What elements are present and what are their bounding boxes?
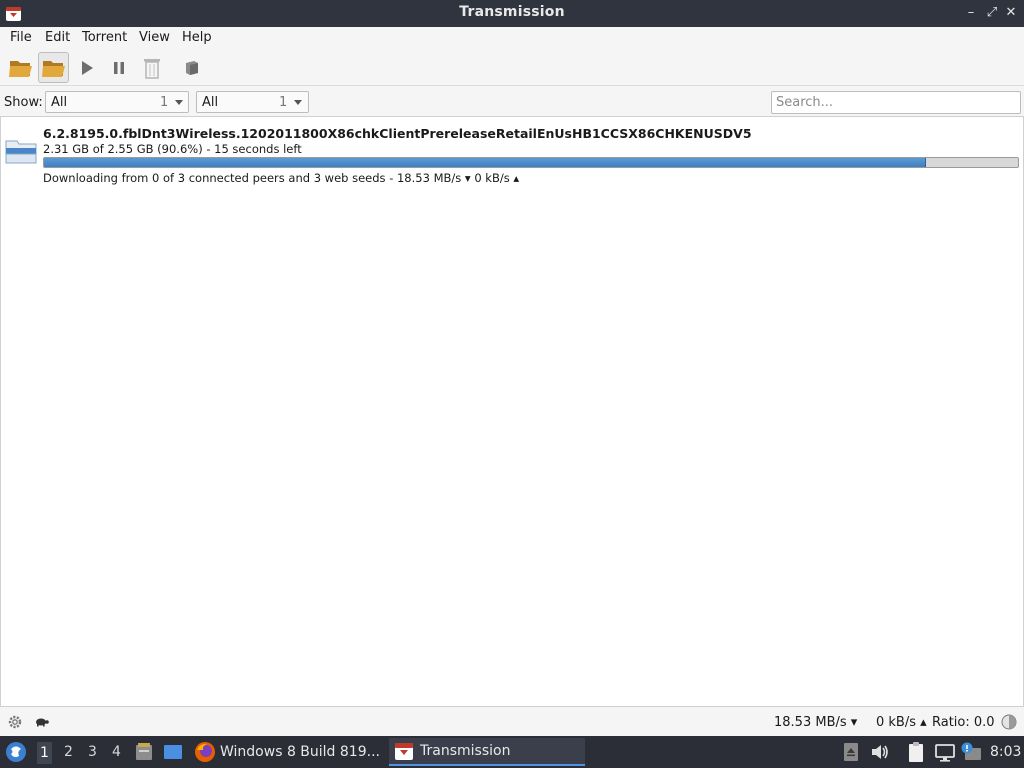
pause-button[interactable]: [103, 52, 134, 83]
menu-file[interactable]: File: [10, 30, 32, 45]
maximize-button[interactable]: ⤢: [983, 4, 1001, 22]
tracker-filter-select[interactable]: All 1: [196, 91, 309, 113]
volume-icon[interactable]: [870, 743, 890, 761]
torrent-name: 6.2.8195.0.fblDnt3Wireless.1202011800X86…: [43, 126, 752, 141]
trash-icon: [143, 58, 160, 79]
title-bar: Transmission – ⤢ ✕: [0, 0, 1024, 27]
ratio-mode-icon[interactable]: [1001, 714, 1017, 730]
taskbar: 1 2 3 4 Windows 8 Build 819... Transmiss…: [0, 736, 1024, 768]
show-label: Show:: [4, 95, 43, 110]
show-desktop-icon[interactable]: [163, 743, 183, 761]
tracker-filter-value: All: [202, 95, 219, 110]
clipboard-icon[interactable]: [906, 741, 926, 763]
file-manager-icon[interactable]: [134, 742, 154, 762]
filter-bar: Show: All 1 All 1: [0, 86, 1024, 117]
chevron-down-icon: [294, 100, 302, 105]
start-button[interactable]: [71, 52, 102, 83]
menu-view[interactable]: View: [139, 30, 170, 45]
transmission-icon: [395, 743, 413, 760]
tracker-filter-count: 1: [279, 95, 288, 110]
clock[interactable]: 8:03: [990, 744, 1021, 760]
download-speed: 18.53 MB/s ▾: [774, 715, 858, 730]
workspace-2[interactable]: 2: [64, 744, 73, 760]
status-bar: 18.53 MB/s ▾ 0 kB/s ▴ Ratio: 0.0: [0, 706, 1024, 736]
torrent-progress-fill: [44, 158, 927, 167]
torrent-status-text: Downloading from 0 of 3 connected peers …: [43, 171, 520, 185]
chevron-down-icon: [175, 100, 183, 105]
pause-icon: [113, 61, 124, 74]
firefox-icon: [195, 742, 215, 762]
start-menu-icon[interactable]: [5, 741, 27, 763]
menu-bar: File Edit Torrent View Help: [0, 27, 1024, 49]
eject-icon[interactable]: [843, 742, 859, 762]
properties-icon: [185, 60, 198, 75]
upload-speed: 0 kB/s ▴: [876, 715, 927, 730]
taskbar-task-label: Transmission: [420, 743, 511, 759]
gear-icon[interactable]: [7, 714, 23, 730]
activity-filter-count: 1: [160, 95, 169, 110]
open-url-button[interactable]: [38, 52, 69, 83]
folder-icon: [5, 140, 37, 164]
taskbar-task-label: Windows 8 Build 819...: [220, 744, 380, 760]
open-torrent-button[interactable]: [5, 52, 36, 83]
search-input[interactable]: [771, 91, 1021, 114]
torrent-list[interactable]: 6.2.8195.0.fblDnt3Wireless.1202011800X86…: [0, 117, 1024, 706]
window-title: Transmission: [459, 4, 565, 20]
close-button[interactable]: ✕: [1002, 4, 1020, 22]
workspace-1[interactable]: 1: [37, 742, 52, 764]
workspace-4[interactable]: 4: [112, 744, 121, 760]
torrent-progress-text: 2.31 GB of 2.55 GB (90.6%) - 15 seconds …: [43, 142, 302, 156]
notification-icon[interactable]: [960, 742, 982, 762]
menu-torrent[interactable]: Torrent: [82, 30, 127, 45]
activity-filter-select[interactable]: All 1: [45, 91, 189, 113]
turtle-icon[interactable]: [34, 715, 50, 729]
workspace-3[interactable]: 3: [88, 744, 97, 760]
properties-button[interactable]: [176, 52, 207, 83]
torrent-progress-bar: [43, 157, 1019, 168]
network-icon[interactable]: [934, 742, 956, 762]
open-folder-icon: [41, 60, 65, 77]
menu-help[interactable]: Help: [182, 30, 212, 45]
open-folder-icon: [8, 60, 32, 77]
play-icon: [81, 60, 93, 75]
toolbar: [0, 49, 1024, 86]
minimize-button[interactable]: –: [962, 4, 980, 22]
taskbar-task-firefox[interactable]: Windows 8 Build 819...: [192, 738, 382, 766]
menu-edit[interactable]: Edit: [45, 30, 70, 45]
activity-filter-value: All: [51, 95, 68, 110]
remove-button[interactable]: [136, 52, 167, 83]
ratio-text[interactable]: Ratio: 0.0: [932, 715, 995, 730]
taskbar-task-transmission[interactable]: Transmission: [389, 738, 585, 766]
torrent-row[interactable]: 6.2.8195.0.fblDnt3Wireless.1202011800X86…: [1, 121, 1023, 185]
